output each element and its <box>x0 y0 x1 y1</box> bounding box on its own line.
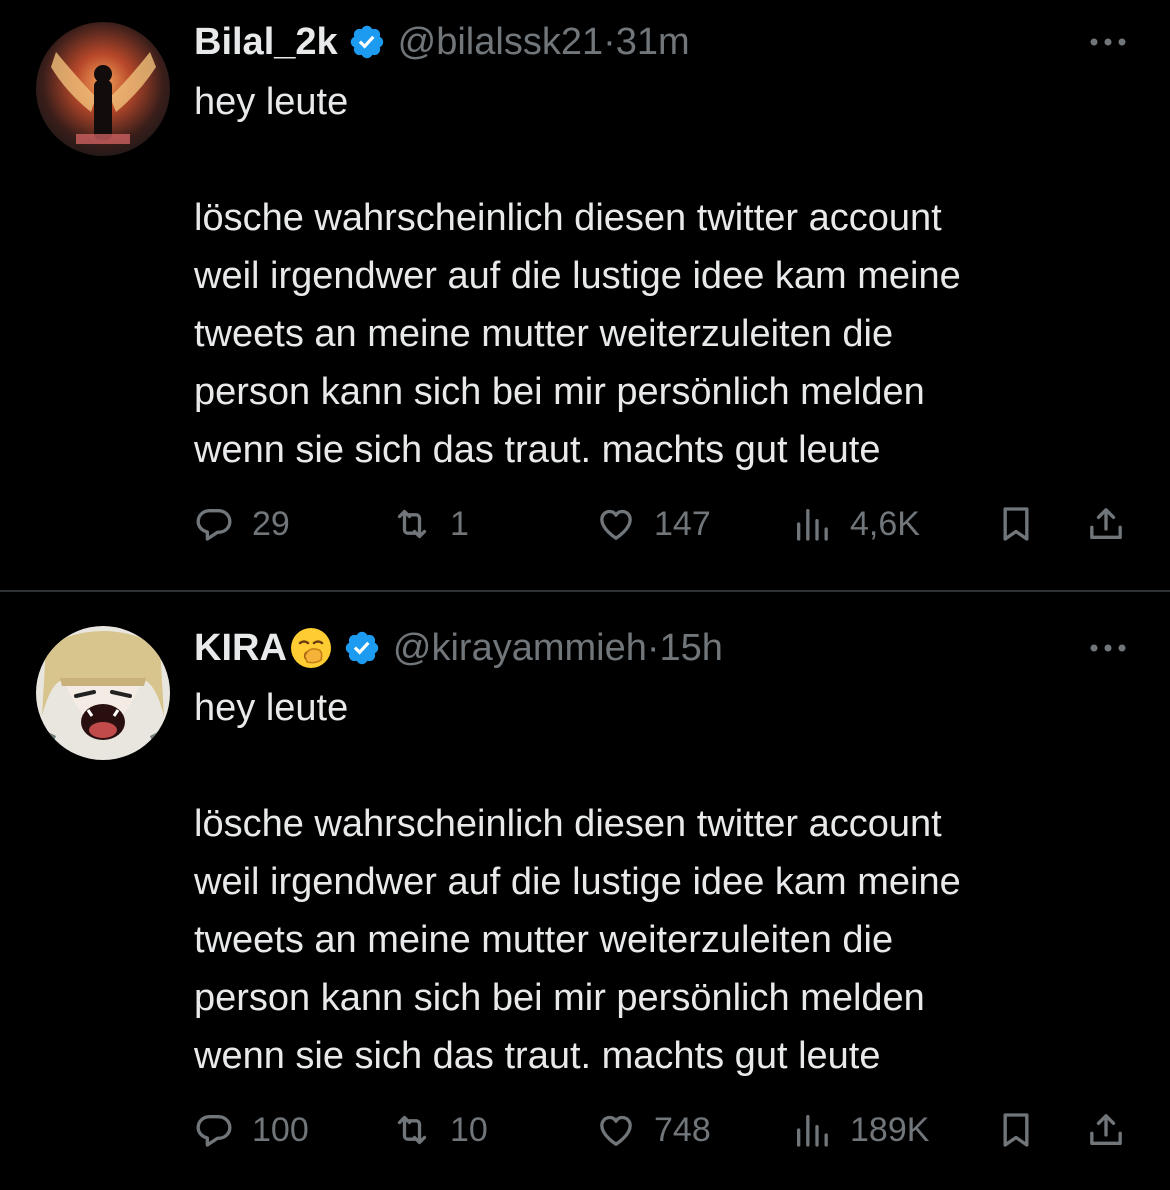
reply-button[interactable]: 29 <box>194 500 290 548</box>
tweet-header: Bilal_2k @bilalssk21 · 31m <box>194 18 690 66</box>
more-icon[interactable] <box>1086 32 1130 52</box>
tweet-text-line: weil irgendwer auf die lustige idee kam … <box>194 861 961 903</box>
views-count: 4,6K <box>850 504 920 543</box>
retweet-icon <box>397 1115 427 1145</box>
avatar[interactable] <box>36 626 170 760</box>
avatar[interactable] <box>36 22 170 156</box>
separator-dot: · <box>603 20 616 63</box>
verified-badge-icon <box>345 631 379 665</box>
display-name[interactable]: Bilal_2k <box>194 21 338 64</box>
views-icon <box>797 1115 828 1147</box>
tweet-text-line: hey leute <box>194 687 349 729</box>
share-button[interactable] <box>1086 1106 1126 1154</box>
bookmark-button[interactable] <box>996 1106 1036 1154</box>
retweet-icon <box>397 509 427 539</box>
retweet-count: 1 <box>450 504 469 543</box>
avatar-image <box>36 22 170 156</box>
timestamp[interactable]: 31m <box>616 21 690 64</box>
tweet-text-line: tweets an meine mutter weiterzuleiten di… <box>194 919 894 961</box>
reply-count: 29 <box>252 504 290 543</box>
retweet-button[interactable]: 10 <box>392 1106 488 1154</box>
tweet-text-line: lösche wahrscheinlich diesen twitter acc… <box>194 197 942 239</box>
more-icon[interactable] <box>1086 638 1130 658</box>
like-icon <box>600 509 632 540</box>
bookmark-icon <box>1003 1113 1029 1147</box>
handle[interactable]: @bilalssk21 <box>398 21 603 64</box>
views-button[interactable]: 4,6K <box>792 500 920 548</box>
reply-icon <box>196 1115 232 1147</box>
tweet[interactable]: Bilal_2k @bilalssk21 · 31m hey leute lös… <box>0 0 1170 590</box>
tweet-text: hey leute lösche wahrscheinlich diesen t… <box>194 73 1134 479</box>
separator-dot: · <box>646 626 660 669</box>
views-count: 189K <box>850 1110 930 1149</box>
reply-count: 100 <box>252 1110 309 1149</box>
handle[interactable]: @kirayammieh <box>393 627 647 670</box>
verified-badge-icon <box>350 25 383 59</box>
tweet-text-line: wenn sie sich das traut. machts gut leut… <box>194 1035 881 1077</box>
action-bar: 100 10 748 189K <box>194 1106 1134 1154</box>
tweet-text-line: person kann sich bei mir persönlich meld… <box>194 371 925 413</box>
like-count: 147 <box>654 504 711 543</box>
like-button[interactable]: 748 <box>596 1106 711 1154</box>
tweet-text-line: weil irgendwer auf die lustige idee kam … <box>194 255 961 297</box>
bookmark-icon <box>1003 507 1029 541</box>
timestamp[interactable]: 15h <box>660 627 723 670</box>
display-name[interactable]: KIRA <box>194 627 287 670</box>
tweet-header: KIRA @kirayammieh · 15h <box>194 624 723 672</box>
like-icon <box>600 1115 632 1146</box>
reply-button[interactable]: 100 <box>194 1106 309 1154</box>
tweet-text-line: lösche wahrscheinlich diesen twitter acc… <box>194 803 942 845</box>
avatar-image <box>36 626 170 760</box>
like-count: 748 <box>654 1110 711 1149</box>
like-button[interactable]: 147 <box>596 500 711 548</box>
tweet-text: hey leute lösche wahrscheinlich diesen t… <box>194 679 1134 1085</box>
reply-icon <box>196 509 232 541</box>
action-bar: 29 1 147 4,6K <box>194 500 1134 548</box>
views-button[interactable]: 189K <box>792 1106 929 1154</box>
tweet[interactable]: KIRA @kirayammieh · 15h hey leute lösche… <box>0 592 1170 1190</box>
tweet-text-line: wenn sie sich das traut. machts gut leut… <box>194 429 881 471</box>
tweet-text-line: person kann sich bei mir persönlich meld… <box>194 977 925 1019</box>
tweet-text-line: hey leute <box>194 81 349 123</box>
yawning-face-emoji <box>290 628 331 668</box>
bookmark-button[interactable] <box>996 500 1036 548</box>
retweet-count: 10 <box>450 1110 488 1149</box>
tweet-text-line: tweets an meine mutter weiterzuleiten di… <box>194 313 894 355</box>
share-button[interactable] <box>1086 500 1126 548</box>
share-icon <box>1090 1114 1122 1145</box>
views-icon <box>797 509 828 541</box>
retweet-button[interactable]: 1 <box>392 500 469 548</box>
share-icon <box>1090 508 1122 539</box>
